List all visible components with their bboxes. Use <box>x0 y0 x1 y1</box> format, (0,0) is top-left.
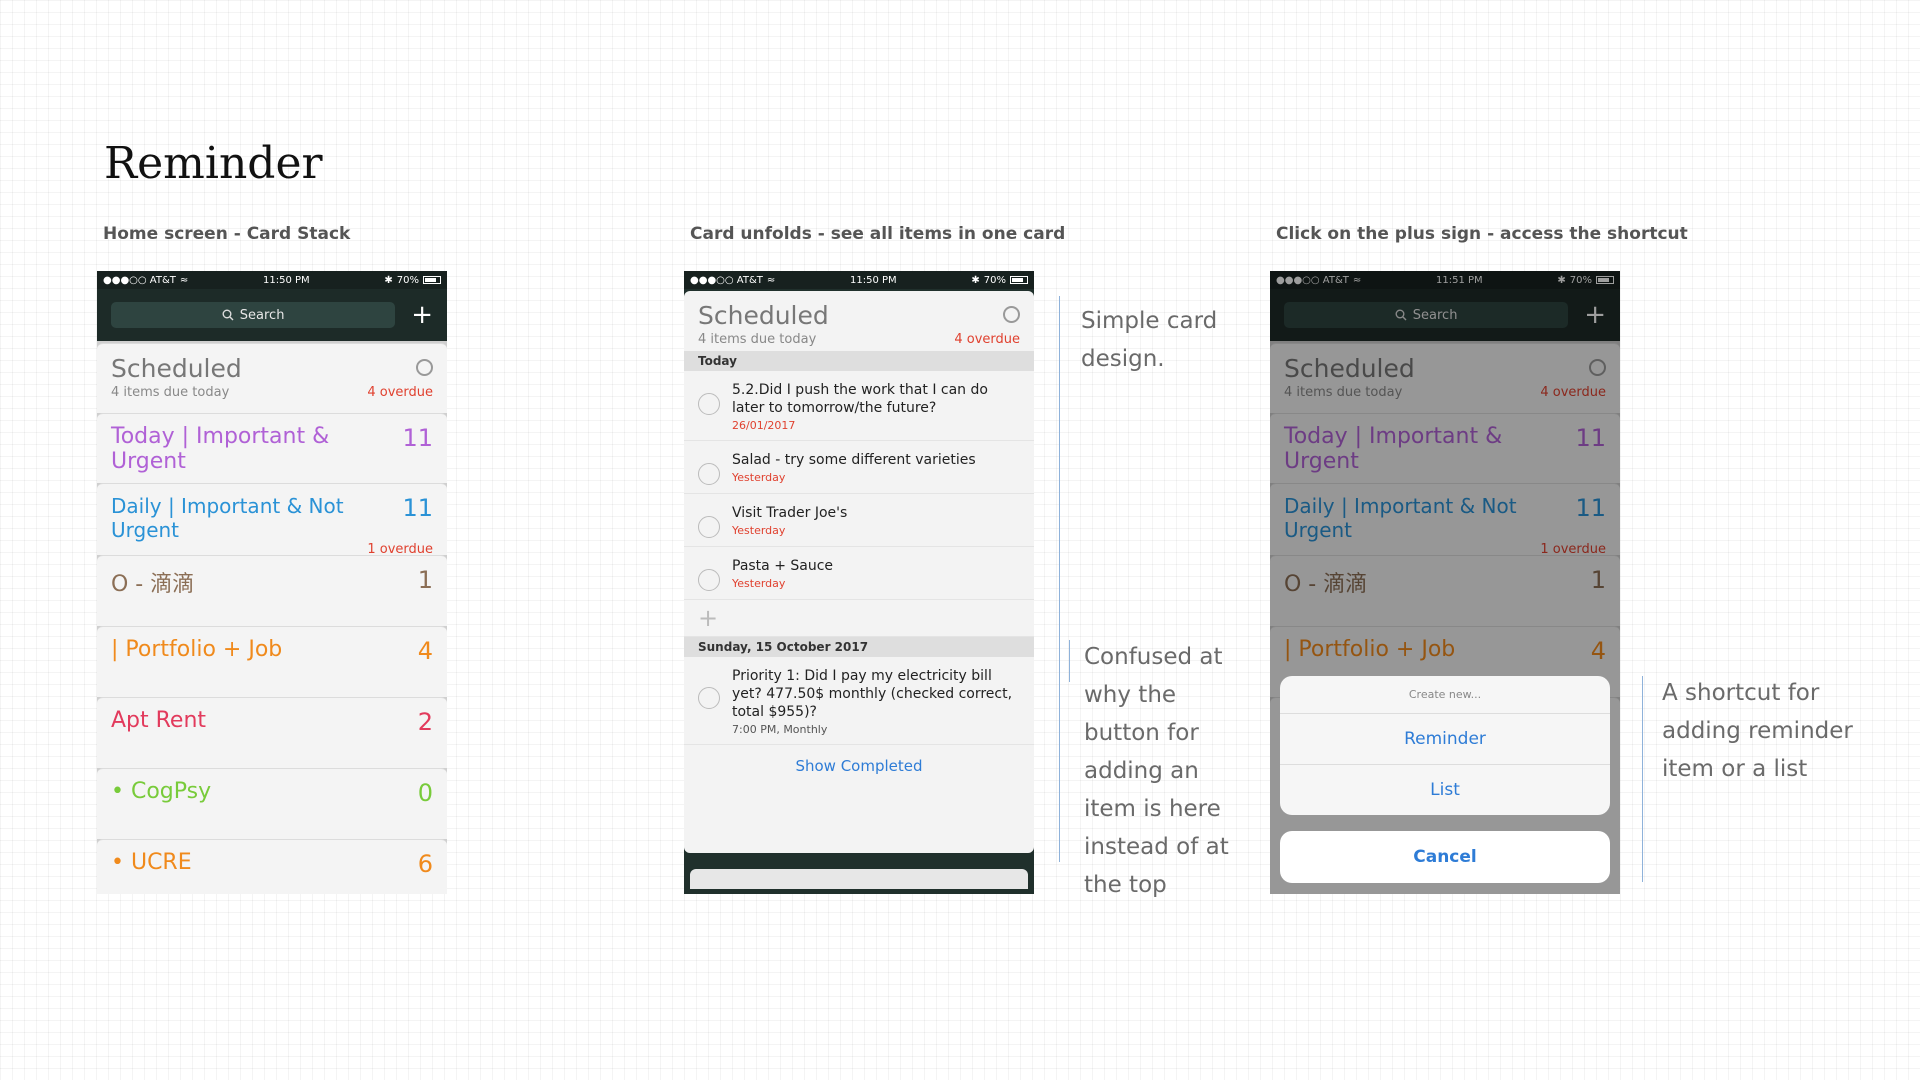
add-button[interactable]: + <box>411 302 433 328</box>
section-header-date: Sunday, 15 October 2017 <box>684 637 1034 657</box>
time-label: 11:50 PM <box>263 274 310 286</box>
list-name: Today | Important & Urgent <box>111 424 330 474</box>
complete-checkbox[interactable] <box>698 393 720 415</box>
create-reminder-button[interactable]: Reminder <box>1280 714 1610 765</box>
reminder-text: Pasta + Sauce <box>732 558 834 574</box>
list-card[interactable]: Apt Rent 2 <box>97 697 447 768</box>
list-card[interactable]: • UCRE 6 <box>97 839 447 894</box>
battery-icon <box>1010 276 1028 284</box>
page-title: Reminder <box>104 138 323 189</box>
list-card[interactable]: | Portfolio + Job 4 <box>97 626 447 697</box>
bluetooth-icon: ✱ <box>971 274 980 286</box>
battery-icon <box>423 276 441 284</box>
list-name: O - 滴滴 <box>111 572 195 597</box>
search-bar[interactable]: Search <box>111 302 396 328</box>
phone-card-unfolded: ●●●○○ AT&T ≈ 11:50 PM ✱ 70% Scheduled 4 … <box>684 271 1034 894</box>
complete-checkbox[interactable] <box>698 516 720 538</box>
alarm-clock-icon <box>1003 306 1020 323</box>
cancel-button[interactable]: Cancel <box>1280 831 1610 883</box>
carrier-label: ●●●○○ AT&T <box>690 274 763 286</box>
note-confused-button: Confused at why the button for adding an… <box>1084 644 1229 898</box>
action-sheet-title: Create new... <box>1280 676 1610 714</box>
search-icon <box>222 309 234 321</box>
reminder-item[interactable]: 5.2.Did I push the work that I can do la… <box>684 371 1034 441</box>
scheduled-overdue: 4 overdue <box>367 385 433 400</box>
annotation-line <box>1642 676 1643 882</box>
reminder-text: 5.2.Did I push the work that I can do la… <box>732 382 988 416</box>
annotation-line <box>1069 640 1070 682</box>
reminder-item[interactable]: Pasta + Sauce Yesterday <box>684 547 1034 600</box>
list-count: 1 <box>417 566 433 594</box>
complete-checkbox[interactable] <box>698 569 720 591</box>
list-count: 0 <box>417 779 433 807</box>
reminder-item[interactable]: Priority 1: Did I pay my electricity bil… <box>684 657 1034 745</box>
reminder-item[interactable]: Salad - try some different varieties Yes… <box>684 441 1034 494</box>
alarm-clock-icon <box>416 359 433 376</box>
reminder-due: 7:00 PM, Monthly <box>732 723 828 736</box>
annotation-line <box>1059 296 1060 862</box>
reminder-text: Salad - try some different varieties <box>732 452 976 468</box>
stacked-cards-edge <box>690 869 1028 889</box>
reminder-due: Yesterday <box>732 577 786 590</box>
reminder-due: Yesterday <box>732 524 786 537</box>
reminder-text: Visit Trader Joe's <box>732 505 848 521</box>
scheduled-overdue: 4 overdue <box>954 332 1020 347</box>
scheduled-card-expanded: Scheduled 4 items due today 4 overdue To… <box>684 291 1034 853</box>
complete-checkbox[interactable] <box>698 463 720 485</box>
scheduled-card[interactable]: Scheduled 4 items due today 4 overdue <box>97 343 447 413</box>
time-label: 11:50 PM <box>850 274 897 286</box>
show-completed-button[interactable]: Show Completed <box>684 745 1034 787</box>
list-card[interactable]: O - 滴滴 1 <box>97 555 447 626</box>
list-name: Daily | Important & Not Urgent <box>111 494 344 542</box>
reminder-due: Yesterday <box>732 471 786 484</box>
complete-checkbox[interactable] <box>698 687 720 709</box>
action-sheet: Create new... Reminder List <box>1280 676 1610 815</box>
search-placeholder: Search <box>239 307 285 323</box>
status-bar: ●●●○○ AT&T ≈ 11:50 PM ✱ 70% <box>684 271 1034 289</box>
section-header-today: Today <box>684 351 1034 371</box>
list-card[interactable]: Daily | Important & Not Urgent 11 1 over… <box>97 483 447 557</box>
scheduled-due: 4 items due today <box>698 332 817 347</box>
carrier-label: ●●●○○ AT&T <box>103 274 176 286</box>
list-name: Apt Rent <box>111 708 207 733</box>
list-count: 2 <box>417 708 433 736</box>
list-count: 11 <box>402 424 433 452</box>
note-shortcut: A shortcut for adding reminder item or a… <box>1662 680 1853 782</box>
wifi-icon: ≈ <box>766 274 776 286</box>
wifi-icon: ≈ <box>179 274 189 286</box>
add-item-row[interactable]: + <box>684 600 1034 637</box>
bluetooth-icon: ✱ <box>384 274 393 286</box>
reminder-due: 26/01/2017 <box>732 419 796 432</box>
list-name: • UCRE <box>111 850 192 875</box>
caption-card: Card unfolds - see all items in one card <box>690 224 1066 244</box>
caption-home: Home screen - Card Stack <box>103 224 351 244</box>
reminder-text: Priority 1: Did I pay my electricity bil… <box>732 668 1013 720</box>
battery-percent: 70% <box>396 274 419 286</box>
scheduled-due: 4 items due today <box>111 385 230 400</box>
note-simple-card: Simple card design. <box>1081 308 1218 372</box>
list-count: 6 <box>417 850 433 878</box>
scheduled-title: Scheduled <box>111 354 242 383</box>
caption-shortcut: Click on the plus sign - access the shor… <box>1276 224 1688 244</box>
list-name: | Portfolio + Job <box>111 637 283 662</box>
add-item-plus-icon[interactable]: + <box>698 606 718 630</box>
list-count: 11 <box>402 494 433 522</box>
list-count: 4 <box>417 637 433 665</box>
create-list-button[interactable]: List <box>1280 765 1610 815</box>
reminder-item[interactable]: Visit Trader Joe's Yesterday <box>684 494 1034 547</box>
phone-home-screen: ●●●○○ AT&T ≈ 11:50 PM ✱ 70% Search + Sch… <box>97 271 447 894</box>
battery-percent: 70% <box>983 274 1006 286</box>
status-bar: ●●●○○ AT&T ≈ 11:50 PM ✱ 70% <box>97 271 447 289</box>
list-card[interactable]: Today | Important & Urgent 11 <box>97 413 447 483</box>
phone-shortcut-menu: ●●●○○ AT&T ≈ 11:51 PM ✱ 70% Search + Sch… <box>1270 271 1620 894</box>
list-card[interactable]: • CogPsy 0 <box>97 768 447 839</box>
list-name: • CogPsy <box>111 779 212 804</box>
scheduled-title: Scheduled <box>698 301 829 330</box>
